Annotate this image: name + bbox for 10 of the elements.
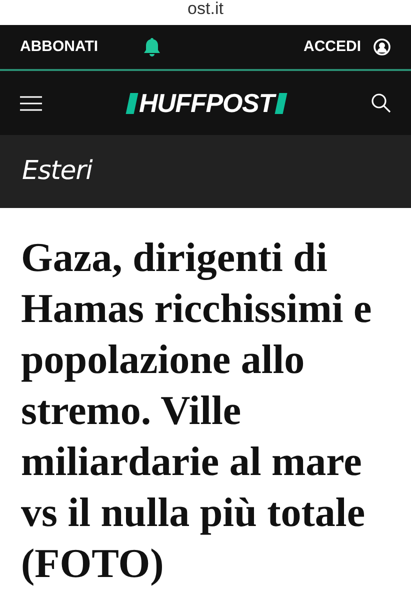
search-icon[interactable] [371, 93, 391, 113]
user-icon[interactable] [373, 38, 391, 56]
url-text: ost.it [188, 0, 224, 18]
bell-icon[interactable] [143, 37, 162, 57]
logo[interactable]: HUFFPOST [128, 90, 285, 116]
article-headline: Gaza, dirigenti di Hamas ricchissimi e popolazione allo stremo. Ville miliardarie al mare vs il nulla più totale (FOTO) [21, 233, 373, 588]
login-link[interactable]: ACCEDI [303, 36, 361, 58]
menu-icon[interactable] [20, 96, 42, 110]
section-title[interactable]: Esteri [22, 152, 92, 191]
subscribe-link[interactable]: ABBONATI [20, 36, 98, 58]
